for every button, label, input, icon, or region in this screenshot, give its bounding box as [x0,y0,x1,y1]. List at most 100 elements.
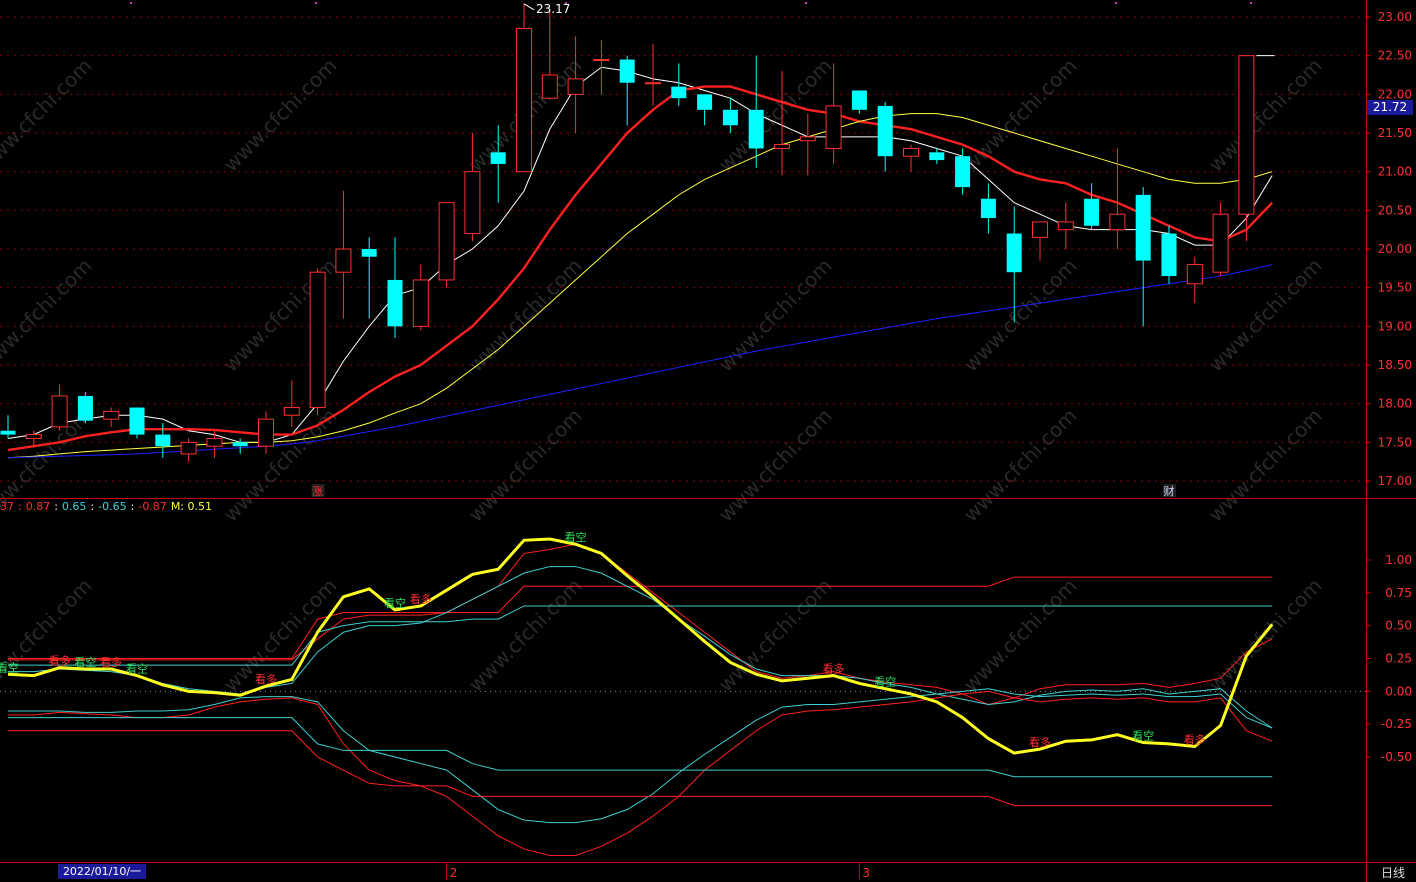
osc-tick-label: -0.25 [1381,717,1412,731]
watermark-text: www.cfchi.com [464,404,587,527]
candle [722,98,738,133]
candle [180,438,197,462]
candle [929,148,945,164]
watermark-text: www.cfchi.com [1204,54,1327,177]
candle-body-up [645,82,661,85]
signal-label: 看多 [1184,732,1206,746]
top-tick-mark [130,2,132,4]
indicator-values-row: 37:0.87:0.65: -0.65: -0.87 M: 0.51 [0,500,216,513]
candle [1212,202,1229,277]
oscillator-lines [7,537,1274,856]
period-button[interactable]: 日线 [1381,864,1405,881]
price-tick-label: 20.00 [1378,242,1412,256]
watermark-text: www.cfchi.com [714,254,837,377]
candle [851,90,867,114]
indicator-value: 0.87 [25,500,51,513]
price-tick-label: 17.00 [1378,474,1412,488]
candle-body-up [799,136,816,142]
price-tick-label: 22.50 [1378,49,1412,63]
candle-body-down [155,434,171,447]
signal-label: 看空 [0,660,19,674]
watermark-text: www.cfchi.com [0,574,97,697]
candle-body-up [541,74,558,99]
candle-body-down [697,94,713,110]
candle-body-up [516,28,532,173]
indicator-value: : [130,500,135,513]
candle-body-up [180,441,197,455]
ma-line-ma20 [7,113,1273,459]
candle [335,191,352,319]
price-tick-label: 19.00 [1378,319,1412,333]
candle-body-down [955,156,971,188]
indicator-value: -0.87 [138,500,167,513]
osc-tick-label: -0.50 [1381,750,1412,764]
event-badge: 财 [1164,484,1175,498]
candle-body-up [774,144,790,149]
signal-label: 看多 [823,662,845,676]
watermark-text: www.cfchi.com [464,574,587,697]
price-tick-label: 21.00 [1378,165,1412,179]
candle-body-down [77,395,93,421]
candle-body-up [1212,213,1229,273]
indicator-value: 0.65 [61,500,87,513]
candle [258,411,274,454]
candle [1084,183,1100,230]
osc-tick-label: 1.00 [1385,553,1412,567]
watermark-text: www.cfchi.com [1204,404,1327,527]
candle [1238,55,1255,242]
candle [387,237,403,338]
price-tick-label: 18.00 [1378,397,1412,411]
osc-tick-label: 0.00 [1385,684,1412,698]
candle [309,268,326,416]
candle-body-up [1057,221,1074,231]
osc-line-mid-cyan [8,566,1273,729]
candle-body-up [412,279,429,327]
candle-body-down [387,279,403,327]
osc-line-lower-band-red [8,730,1273,807]
indicator-value: : [54,500,58,513]
candle [877,102,893,172]
candle-body-up [825,105,842,149]
candle [1135,187,1151,327]
watermark-text: www.cfchi.com [0,54,97,177]
osc-tick-label: 0.50 [1385,619,1412,633]
ma-line-ma5 [7,66,1273,443]
candle [619,55,635,126]
candle-body-down [619,59,635,83]
signal-label: 看空 [384,596,406,610]
candle-body-up [206,437,223,447]
candle-body-down [490,152,506,164]
high-marker-line [523,3,535,11]
indicator-value: 37 [0,500,14,513]
candle [980,183,996,234]
watermark-text: www.cfchi.com [219,54,342,177]
price-tick-label: 19.50 [1378,281,1412,295]
osc-tick-label: 0.75 [1385,586,1412,600]
candle-body-up [335,248,352,273]
candle [567,36,584,133]
indicator-value: : [90,500,95,513]
price-tick-label: 17.50 [1378,435,1412,449]
indicator-value: : [18,500,22,513]
candle-body-up [593,59,610,62]
osc-line-lower-cyan [8,688,1273,824]
signal-label: 看多 [255,672,277,686]
osc-tick-label: 0.25 [1385,652,1412,666]
candle-body-down [1161,233,1177,277]
candle-body-down [851,90,867,110]
ma-line-ma10 [7,85,1274,452]
candle [697,94,713,126]
candle-body-down [361,249,377,257]
candle [799,113,816,176]
indicator-value: -0.65 [98,500,127,513]
candle-body-down [1084,198,1100,226]
candle [283,380,300,427]
candle-body-down [1135,194,1151,261]
top-tick-mark [1115,2,1117,4]
candle [103,407,120,427]
price-tick-label: 20.50 [1378,203,1412,217]
signal-label: 看空 [74,655,96,669]
top-tick-mark [1250,2,1252,4]
candle-body-up [1109,213,1126,231]
candle-body-down [671,86,687,99]
